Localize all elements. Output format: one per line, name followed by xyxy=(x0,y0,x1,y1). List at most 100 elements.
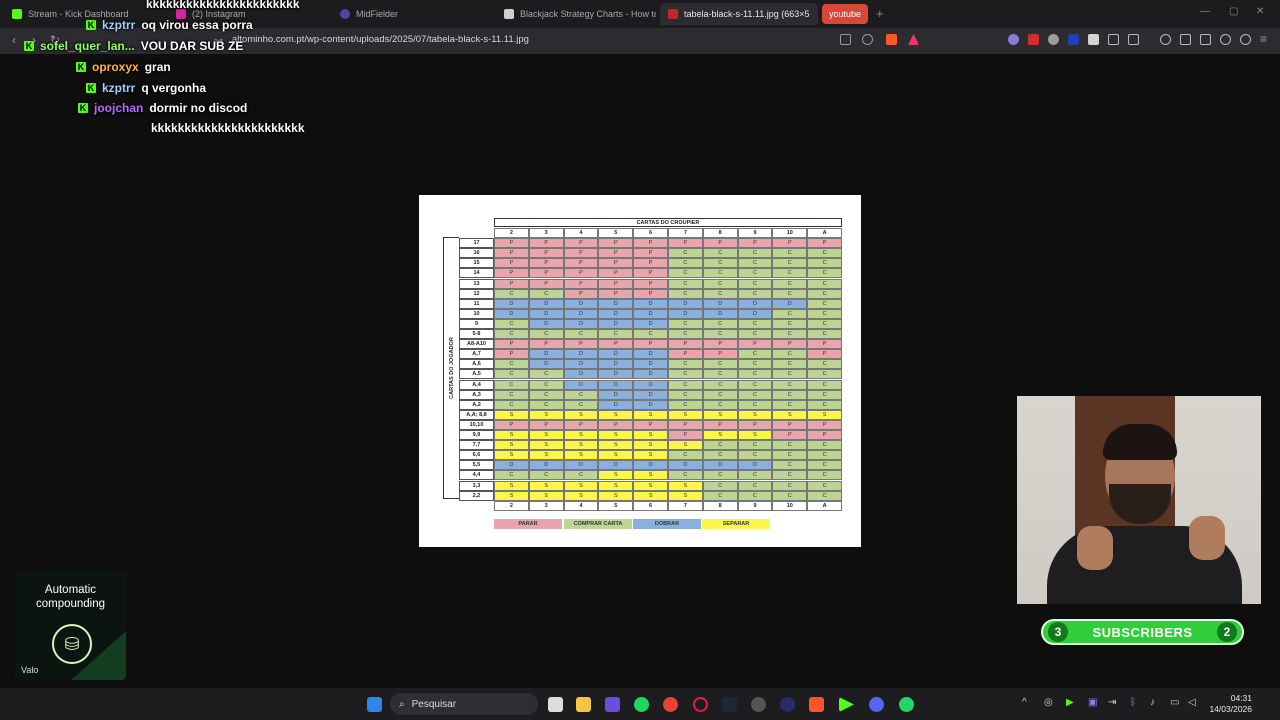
strategy-cell: S xyxy=(633,470,668,481)
extension-icon[interactable] xyxy=(1088,34,1099,45)
new-tab-button[interactable]: + xyxy=(876,6,884,21)
wallet-icon[interactable] xyxy=(1200,34,1211,45)
menu-icon[interactable]: ≡ xyxy=(1260,32,1267,46)
strategy-cell: C xyxy=(528,470,564,481)
show-hidden-icons[interactable]: ^ xyxy=(1022,697,1027,708)
extension-icon[interactable] xyxy=(1028,34,1039,45)
strategy-cell: S xyxy=(633,440,668,451)
strategy-cell: P xyxy=(528,278,564,289)
strategy-cell: P xyxy=(633,268,668,279)
bluetooth-icon[interactable]: ᛒ xyxy=(1130,697,1136,708)
network-icon[interactable]: ▭ xyxy=(1170,697,1179,708)
strategy-cell: C xyxy=(528,329,564,340)
volume-icon[interactable]: ◁ xyxy=(1188,697,1196,708)
brave-icon[interactable] xyxy=(809,697,824,712)
puzzle-icon[interactable] xyxy=(1108,34,1119,45)
strategy-cell: P xyxy=(598,278,634,289)
opera-icon[interactable] xyxy=(693,697,708,712)
row-label: 3,3 xyxy=(459,480,494,491)
dealer-card-header: 8 xyxy=(702,228,738,239)
strategy-cell: S xyxy=(494,409,529,420)
strategy-cell: C xyxy=(807,268,842,279)
chrome-icon[interactable] xyxy=(663,697,678,712)
maximize-button[interactable]: ▢ xyxy=(1229,6,1238,17)
strategy-cell: C xyxy=(633,329,668,340)
strategy-cell: P xyxy=(737,238,773,249)
tab-blackjack-strategy[interactable]: Blackjack Strategy Charts - How to P xyxy=(496,3,656,25)
strategy-cell: D xyxy=(563,349,599,360)
vpn-icon[interactable] xyxy=(1240,34,1251,45)
strategy-cell: S xyxy=(528,490,564,501)
strategy-cell: S xyxy=(772,409,808,420)
strategy-cell: P xyxy=(633,258,668,269)
strategy-cell: S xyxy=(528,450,564,461)
chat-message: kkkkkkkkkkkkkkkkkkkkkkk xyxy=(146,0,300,11)
strategy-cell: C xyxy=(807,490,842,501)
screenshot-icon[interactable] xyxy=(1128,34,1139,45)
extension-icon[interactable] xyxy=(1068,34,1079,45)
microphone-icon[interactable]: ♪ xyxy=(1150,697,1155,708)
close-window-button[interactable]: ✕ xyxy=(1256,6,1264,17)
start-menu-icon[interactable] xyxy=(367,697,382,712)
tab-midfielder[interactable]: MidFielder xyxy=(332,3,492,25)
extension-icon[interactable] xyxy=(1048,34,1059,45)
strategy-cell: C xyxy=(737,248,773,259)
taskbar-clock[interactable]: 04:31 14/03/2026 xyxy=(1206,693,1252,715)
whatsapp-icon[interactable] xyxy=(899,697,914,712)
media-icon[interactable] xyxy=(1160,34,1171,45)
strategy-cell: C xyxy=(737,288,773,299)
strategy-cell: S xyxy=(563,440,599,451)
strategy-cell: S xyxy=(494,450,529,461)
strategy-cell: C xyxy=(772,490,808,501)
chat-text: oq virou essa porra xyxy=(141,18,253,32)
legend-item: COMPRAR CARTA xyxy=(564,519,632,529)
dealer-card-footer: 2 xyxy=(494,500,529,511)
file-explorer-icon[interactable] xyxy=(576,697,591,712)
streamer-hand xyxy=(1189,516,1225,560)
strategy-cell: P xyxy=(633,288,668,299)
strategy-cell: C xyxy=(702,369,738,380)
taskbar-search[interactable]: ⌕ Pesquisar xyxy=(390,693,538,715)
kick-badge-icon: K xyxy=(78,103,88,113)
sidebar-icon[interactable] xyxy=(1180,34,1191,45)
strategy-cell: P xyxy=(563,268,599,279)
tab-tabela-black[interactable]: tabela-black-s-11.11.jpg (663×5 ✕ xyxy=(660,3,818,25)
app-icon[interactable] xyxy=(780,697,795,712)
strategy-cell: S xyxy=(598,470,634,481)
app-grid-icon[interactable] xyxy=(605,697,620,712)
strategy-cell: C xyxy=(737,480,773,491)
strategy-cell: C xyxy=(667,268,703,279)
reader-mode-icon[interactable] xyxy=(840,34,851,45)
strategy-cell: C xyxy=(702,399,738,410)
share-icon[interactable] xyxy=(862,34,873,45)
brave-shields-icon[interactable] xyxy=(886,34,897,45)
tab-youtube[interactable]: youtube xyxy=(822,4,869,24)
chat-message: kkkkkkkkkkkkkkkkkkkkkkk xyxy=(151,121,305,135)
minimize-button[interactable]: — xyxy=(1200,6,1210,17)
strategy-cell: S xyxy=(633,480,668,491)
steam-icon[interactable] xyxy=(722,697,737,712)
spotify-icon[interactable] xyxy=(634,697,649,712)
extension-icon[interactable] xyxy=(1008,34,1019,45)
strategy-cell: C xyxy=(494,369,529,380)
chat-text: VOU DAR SUB ZE xyxy=(140,39,244,53)
strategy-cell: P xyxy=(528,339,564,350)
strategy-cell: D xyxy=(494,460,529,471)
strategy-cell: C xyxy=(702,258,738,269)
strategy-cell: C xyxy=(772,369,808,380)
tray-app-icon[interactable]: ▣ xyxy=(1088,697,1097,708)
strategy-cell: C xyxy=(563,470,599,481)
tray-kick-icon[interactable]: ▶ xyxy=(1066,697,1074,708)
url-field[interactable]: altominho.com.pt/wp-content/uploads/2025… xyxy=(232,34,529,45)
strategy-cell: P xyxy=(807,238,842,249)
tray-app-icon[interactable]: ⇥ xyxy=(1108,697,1116,708)
strategy-cell: S xyxy=(807,409,842,420)
back-arrow-icon[interactable]: ‹ xyxy=(12,33,16,47)
obs-icon[interactable] xyxy=(751,697,766,712)
kick-badge-icon: K xyxy=(86,83,96,93)
strategy-cell: D xyxy=(563,298,599,309)
discord-icon[interactable] xyxy=(869,697,884,712)
task-view-icon[interactable] xyxy=(548,697,563,712)
tray-app-icon[interactable]: ◎ xyxy=(1044,697,1053,708)
leo-ai-icon[interactable] xyxy=(1220,34,1231,45)
